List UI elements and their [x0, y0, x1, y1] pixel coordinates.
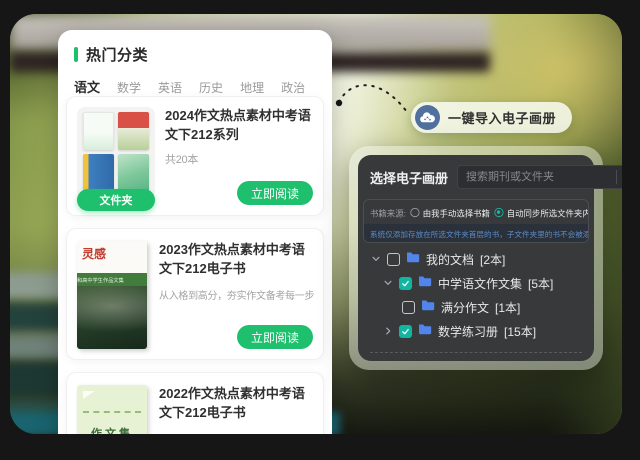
folder-icon: [418, 274, 432, 292]
dashed-divider: [370, 352, 582, 353]
book-card-2024-folder[interactable]: 文件夹 2024作文热点素材中考语文下212系列 共20本 立即阅读: [66, 96, 324, 216]
cover-title-text: 灵感: [82, 245, 106, 262]
read-now-button[interactable]: 立即阅读: [237, 325, 313, 349]
book-source-row: 书籍来源: 由我手动选择书籍 自动同步所选文件夹内的书: [364, 200, 588, 224]
tab-history[interactable]: 历史: [199, 79, 223, 96]
paper-plane-doodle: [83, 391, 95, 399]
folder-thumbnail-grid: [77, 107, 155, 199]
checkbox-checked[interactable]: [399, 277, 412, 290]
tree-count: [2本]: [480, 251, 505, 268]
import-album-label: 一键导入电子画册: [448, 108, 556, 127]
folder-badge: 文件夹: [77, 189, 155, 211]
book-card-list: 文件夹 2024作文热点素材中考语文下212系列 共20本 立即阅读 灵感 和高…: [66, 96, 324, 434]
tab-english[interactable]: 英语: [158, 79, 182, 96]
tab-geography[interactable]: 地理: [240, 79, 264, 96]
checkbox-unchecked[interactable]: [387, 253, 400, 266]
chevron-down-icon[interactable]: [382, 278, 393, 289]
select-album-dialog-frame: 选择电子画册: [349, 146, 603, 370]
tree-row-my-documents[interactable]: 我的文档 [2本]: [368, 247, 586, 271]
radio-label: 由我手动选择书籍: [423, 206, 490, 219]
background-photo: 热门分类 语文 数学 英语 历史 地理 政治: [10, 14, 622, 434]
radio-manual-select[interactable]: 由我手动选择书籍: [410, 206, 490, 219]
cover-photo: [77, 286, 147, 349]
tree-label: 中学语文作文集: [438, 275, 522, 292]
sync-notice-text: 系统仅添加存放在所选文件夹首层的书，子文件夹里的书不会被添加: [370, 227, 589, 238]
book-cover-2023: 灵感 和高中学生作品文集: [77, 241, 147, 349]
search-icon[interactable]: [617, 171, 622, 183]
mini-cover: [83, 154, 114, 192]
card-meta: 从入格到高分，夯实作文备考每一步: [159, 287, 314, 302]
scallop-doodle: [83, 411, 141, 417]
hot-categories-panel: 热门分类 语文 数学 英语 历史 地理 政治: [58, 30, 332, 434]
cover-title-text: 作文集: [77, 425, 147, 434]
tab-math[interactable]: 数学: [117, 79, 141, 96]
tree-row-top-essays[interactable]: 满分作文 [1本]: [368, 295, 586, 319]
search-input[interactable]: [458, 171, 616, 183]
cover-header: 灵感: [77, 241, 147, 273]
folder-icon: [418, 322, 432, 340]
tab-politics[interactable]: 政治: [281, 79, 305, 96]
dialog-title: 选择电子画册: [370, 168, 448, 187]
card-meta: 共20本: [165, 151, 198, 167]
book-source-box: 书籍来源: 由我手动选择书籍 自动同步所选文件夹内的书: [363, 199, 589, 243]
tree-label: 数学练习册: [438, 323, 498, 340]
mini-cover: [83, 112, 114, 150]
source-label: 书籍来源:: [370, 206, 406, 219]
cloud-upload-icon: [415, 105, 440, 130]
sync-notice: 系统仅添加存放在所选文件夹首层的书，子文件夹里的书不会被添加: [364, 224, 588, 242]
tree-row-chinese-essays[interactable]: 中学语文作文集 [5本]: [368, 271, 586, 295]
book-card-2023[interactable]: 灵感 和高中学生作品文集 2023作文热点素材中考语文下212电子书 从入格到高…: [66, 228, 324, 360]
subject-tabs: 语文 数学 英语 历史 地理 政治: [74, 77, 332, 96]
card-title: 2023作文热点素材中考语文下212电子书: [159, 241, 317, 279]
card-title: 2024作文热点素材中考语文下212系列: [165, 107, 317, 145]
tab-chinese[interactable]: 语文: [74, 77, 100, 96]
radio-icon: [410, 207, 419, 216]
checkbox-unchecked[interactable]: [402, 301, 415, 314]
mini-cover: [118, 112, 149, 150]
mini-cover: [118, 154, 149, 192]
radio-label: 自动同步所选文件夹内的书: [507, 206, 589, 219]
accent-bar: [74, 47, 78, 62]
tree-count: [15本]: [504, 323, 536, 340]
tree-row-math-workbooks[interactable]: 数学练习册 [15本]: [368, 319, 586, 343]
search-box[interactable]: [457, 165, 622, 189]
checkbox-checked[interactable]: [399, 325, 412, 338]
radio-auto-sync[interactable]: 自动同步所选文件夹内的书: [494, 206, 589, 219]
book-card-2022[interactable]: 作文集 2022作文热点素材中考语文下212电子书 从入格到高分，夯实作文备考每…: [66, 372, 324, 434]
select-album-dialog: 选择电子画册: [358, 155, 594, 361]
radio-icon-selected: [494, 207, 503, 216]
panel-header: 热门分类: [58, 30, 332, 65]
chevron-down-icon[interactable]: [370, 254, 381, 265]
card-title: 2022作文热点素材中考语文下212电子书: [159, 385, 317, 423]
app-screenshot: 热门分类 语文 数学 英语 历史 地理 政治: [0, 0, 640, 460]
chevron-right-icon[interactable]: [382, 326, 393, 337]
tree-count: [5本]: [528, 275, 553, 292]
book-cover-2022: 作文集: [77, 385, 147, 434]
folder-icon: [406, 250, 420, 268]
cover-band: 和高中学生作品文集: [77, 273, 147, 286]
dialog-header: 选择电子画册: [370, 165, 584, 189]
folder-icon: [421, 298, 435, 316]
import-album-button[interactable]: 一键导入电子画册: [411, 102, 572, 133]
panel-title: 热门分类: [86, 44, 148, 65]
folder-tree: 我的文档 [2本] 中学语文作文集 [: [368, 247, 586, 343]
tree-count: [1本]: [495, 299, 520, 316]
card-meta: 从入格到高分，夯实作文备考每一步: [159, 431, 314, 434]
cover-band-text: 和高中学生作品文集: [77, 276, 124, 284]
tree-label: 我的文档: [426, 251, 474, 268]
tree-label: 满分作文: [441, 299, 489, 316]
read-now-button[interactable]: 立即阅读: [237, 181, 313, 205]
